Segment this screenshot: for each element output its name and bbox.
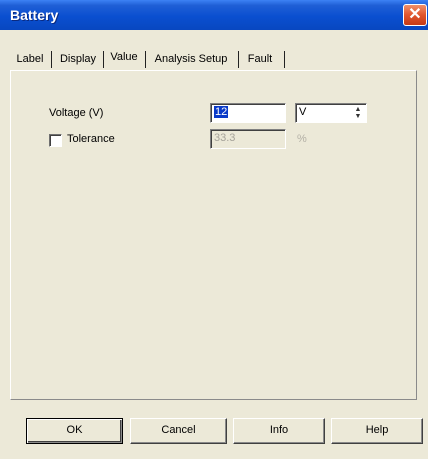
- tab-label[interactable]: Label: [12, 48, 48, 70]
- tolerance-label: Tolerance: [67, 133, 115, 145]
- tab-analysis-setup[interactable]: Analysis Setup: [148, 48, 234, 70]
- voltage-label: Voltage (V): [49, 107, 104, 119]
- tab-separator: [284, 51, 285, 68]
- voltage-unit-spinner[interactable]: V ▲ ▼: [295, 103, 367, 123]
- tab-fault[interactable]: Fault: [242, 48, 278, 70]
- window-title: Battery: [10, 7, 59, 23]
- info-button[interactable]: Info: [233, 418, 325, 444]
- tolerance-unit: %: [297, 133, 307, 145]
- cancel-button[interactable]: Cancel: [130, 418, 227, 444]
- tolerance-value: 33.3: [214, 132, 236, 144]
- close-icon[interactable]: ✕: [403, 4, 427, 26]
- tab-value[interactable]: Value: [105, 45, 143, 70]
- tab-separator: [51, 51, 52, 68]
- help-button[interactable]: Help: [331, 418, 423, 444]
- voltage-unit-value: V: [299, 106, 307, 118]
- tab-strip: Label Display Value Analysis Setup Fault: [12, 45, 342, 71]
- tab-display[interactable]: Display: [54, 48, 102, 70]
- voltage-input[interactable]: 12: [210, 103, 286, 123]
- ok-button[interactable]: OK: [26, 418, 123, 444]
- tolerance-input[interactable]: 33.3: [210, 129, 286, 149]
- voltage-value: 12: [214, 106, 229, 118]
- tab-separator: [145, 51, 146, 68]
- title-bar: Battery ✕: [0, 0, 428, 30]
- tab-separator: [238, 51, 239, 68]
- tab-separator: [103, 51, 104, 68]
- spinner-arrows-icon[interactable]: ▲ ▼: [352, 106, 364, 120]
- tolerance-checkbox[interactable]: [49, 134, 62, 147]
